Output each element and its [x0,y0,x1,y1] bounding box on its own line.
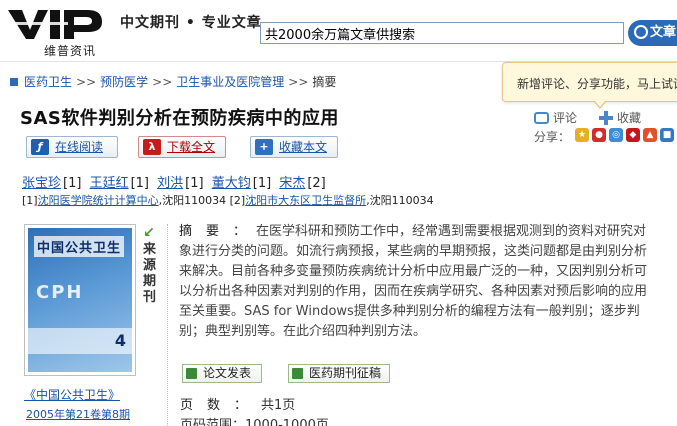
source-label-text: 来源期刊 [143,242,157,305]
share-tencent-icon[interactable]: ◎ [609,128,623,142]
read-online-label[interactable]: 在线阅读 [55,140,103,154]
favorite-label: 收藏 [617,111,642,125]
author-ref: [1] [252,176,272,191]
abstract-label: 摘要： [179,224,261,239]
breadcrumb-separator: >> [288,75,309,89]
notice-tail-inner [594,100,606,107]
affiliation-location: ,沈阳110034 [158,194,227,207]
breadcrumb-item-medicine[interactable]: 医药卫生 [24,75,72,89]
collect-button[interactable]: + 收藏本文 [250,136,338,158]
affiliation-link[interactable]: 沈阳市大东区卫生监督所 [245,194,366,207]
journal-cover-image: 中国公共卫生 CPH 4 [28,228,132,372]
breadcrumb: 医药卫生 >> 预防医学 >> 卫生事业及医院管理 >> 摘要 [10,73,336,90]
breadcrumb-separator: >> [76,75,97,89]
author-link[interactable]: 刘洪 [157,176,183,191]
download-button[interactable]: λ 下载全文 [138,136,226,158]
favorite-link[interactable]: 收藏 [599,109,641,126]
page-count-value: 共1页 [261,398,296,413]
journal-name-link[interactable]: 《中国公共卫生》 [24,388,120,402]
author-ref: [2] [307,176,326,191]
page-range: 页码范围：1000-1000页 [180,414,329,426]
author-link[interactable]: 董大钧 [212,176,251,191]
author-ref: [1] [130,176,150,191]
page-range-label: 页码范围： [180,418,246,426]
journal-cover[interactable]: 中国公共卫生 CPH 4 [24,224,136,376]
cover-sub: CPH [36,282,84,303]
tag-icon [292,368,303,379]
affiliation-list: [1]沈阳医学院统计计算中心,沈阳110034 [2]沈阳市大东区卫生监督所,沈… [22,192,434,208]
search-icon [634,24,648,39]
plus-icon [599,110,613,125]
cover-title: 中国公共卫生 [34,236,125,257]
breadcrumb-bullet-icon [10,77,18,86]
author-ref: [1] [63,176,82,191]
author-link[interactable]: 宋杰 [279,176,305,191]
source-journal-label: ↙ 来源期刊 [143,226,157,306]
search-button[interactable]: 文章 [628,20,677,46]
flash-icon: ƒ [31,139,49,155]
share-icons: ★ ● ◎ ◆ ▲ ■ [575,128,674,142]
logo-text: 维普资讯 [44,44,97,58]
author-link[interactable]: 张宝珍 [22,176,61,191]
site-header: 维普资讯 中文期刊 • 专业文章 文章 [0,0,677,62]
share-douban-icon[interactable]: ■ [660,128,674,142]
breadcrumb-item-preventive[interactable]: 预防医学 [100,75,148,89]
tag-paper-publish[interactable]: 论文发表 [182,364,262,383]
tag-medical-journal[interactable]: 医药期刊征稿 [288,364,390,383]
journal-name: 《中国公共卫生》 [24,386,120,403]
comment-icon [534,111,549,124]
header-slogan: 中文期刊 • 专业文章 [120,15,262,31]
collect-label[interactable]: 收藏本文 [279,140,327,154]
journal-issue-link[interactable]: 2005年第21卷第8期 [26,408,130,421]
page-count: 页数：共1页 [180,394,295,413]
journal-issue: 2005年第21卷第8期 [26,406,130,422]
abstract-text: 在医学科研和预防工作中，经常遇到需要根据观测到的资料对研究对象进行分类的问题。如… [179,224,648,339]
share-label: 分享： [534,130,571,144]
vip-logo-mark [8,10,102,39]
affiliation-ref: [1] [22,194,38,207]
author-link[interactable]: 王廷红 [90,176,129,191]
affiliation-link[interactable]: 沈阳医学院统计计算中心 [38,194,159,207]
search-button-label: 文章 [650,25,677,40]
tag-med-label: 医药期刊征稿 [309,366,382,380]
download-label[interactable]: 下载全文 [167,140,215,154]
affiliation-location: ,沈阳110034 [366,194,434,207]
share-renren-icon[interactable]: ◆ [626,128,640,142]
vip-logo[interactable]: 维普资讯 [8,8,103,58]
divider [167,224,168,426]
comment-label: 评论 [553,111,578,125]
feature-notice-tooltip: 新增评论、分享功能，马上试试 [502,62,677,102]
share-kaixin-icon[interactable]: ▲ [643,128,657,142]
comment-link[interactable]: 评论 [534,109,577,126]
share-qzone-icon[interactable]: ★ [575,128,589,142]
page-range-value: 1000-1000页 [245,418,329,426]
cover-issue-number: 4 [114,331,126,350]
read-online-button[interactable]: ƒ 在线阅读 [26,136,118,158]
breadcrumb-item-health-admin[interactable]: 卫生事业及医院管理 [176,75,284,89]
search-input[interactable] [260,22,624,44]
pdf-icon: λ [143,139,161,155]
abstract: 摘要：在医学科研和预防工作中，经常遇到需要根据观测到的资料对研究对象进行分类的问… [179,222,659,342]
share-weibo-icon[interactable]: ● [592,128,606,142]
page-count-label: 页数： [180,398,262,413]
breadcrumb-current: 摘要 [312,75,337,89]
tag-paper-label: 论文发表 [203,366,252,380]
author-list: 张宝珍 [1] 王廷红 [1] 刘洪 [1] 董大钧 [1] 宋杰 [2] [22,172,330,191]
source-arrow-icon: ↙ [143,225,155,241]
affiliation-ref: [2] [229,194,246,207]
author-ref: [1] [185,176,204,191]
tag-icon [186,368,197,379]
article-title: SAS软件判别分析在预防疾病中的应用 [20,108,339,129]
add-icon: + [255,139,273,155]
breadcrumb-separator: >> [152,75,173,89]
